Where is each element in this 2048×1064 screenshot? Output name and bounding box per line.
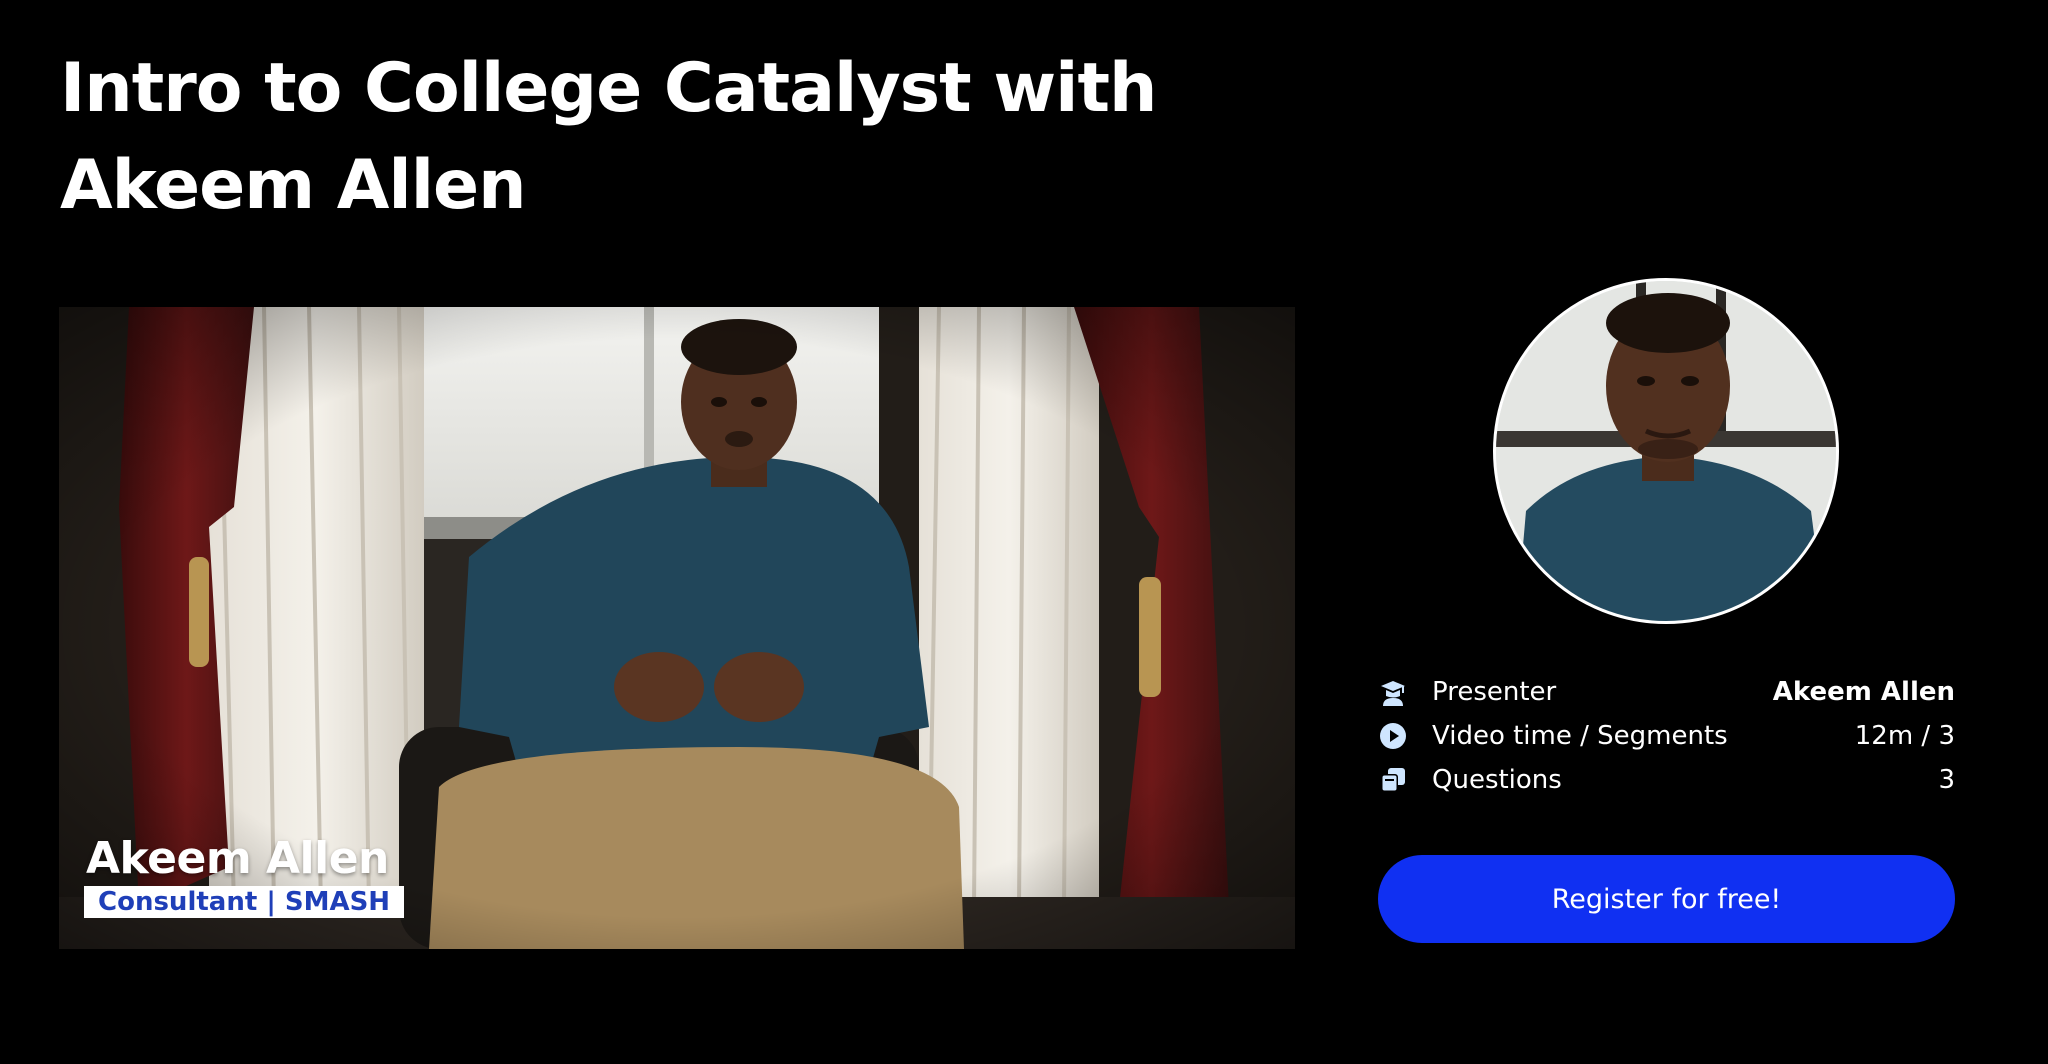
presenter-avatar-image [1496,281,1836,621]
info-value-video-time: 12m / 3 [1854,721,1955,751]
info-row-presenter: Presenter Akeem Allen [1378,670,1955,714]
video-player[interactable]: Akeem Allen Consultant | SMASH [59,307,1295,949]
page-title: Intro to College Catalyst with Akeem All… [60,49,1157,225]
info-label-video-time: Video time / Segments [1432,721,1728,751]
graduation-cap-icon [1378,677,1408,707]
info-value-presenter: Akeem Allen [1772,677,1955,707]
info-row-questions: Questions 3 [1378,758,1955,802]
info-label-presenter: Presenter [1432,677,1557,707]
info-label-questions: Questions [1432,765,1562,795]
video-overlay-role: Consultant | SMASH [84,886,405,918]
course-info-list: Presenter Akeem Allen Video time / Segme… [1378,670,1955,802]
info-row-video-time: Video time / Segments 12m / 3 [1378,714,1955,758]
video-overlay-name: Akeem Allen [86,833,389,884]
question-cards-icon [1378,765,1408,795]
info-value-questions: 3 [1938,765,1955,795]
presenter-avatar [1493,278,1839,624]
video-lower-third: Akeem Allen Consultant | SMASH [84,833,405,918]
play-circle-icon [1378,721,1408,751]
register-button[interactable]: Register for free! [1378,855,1955,943]
